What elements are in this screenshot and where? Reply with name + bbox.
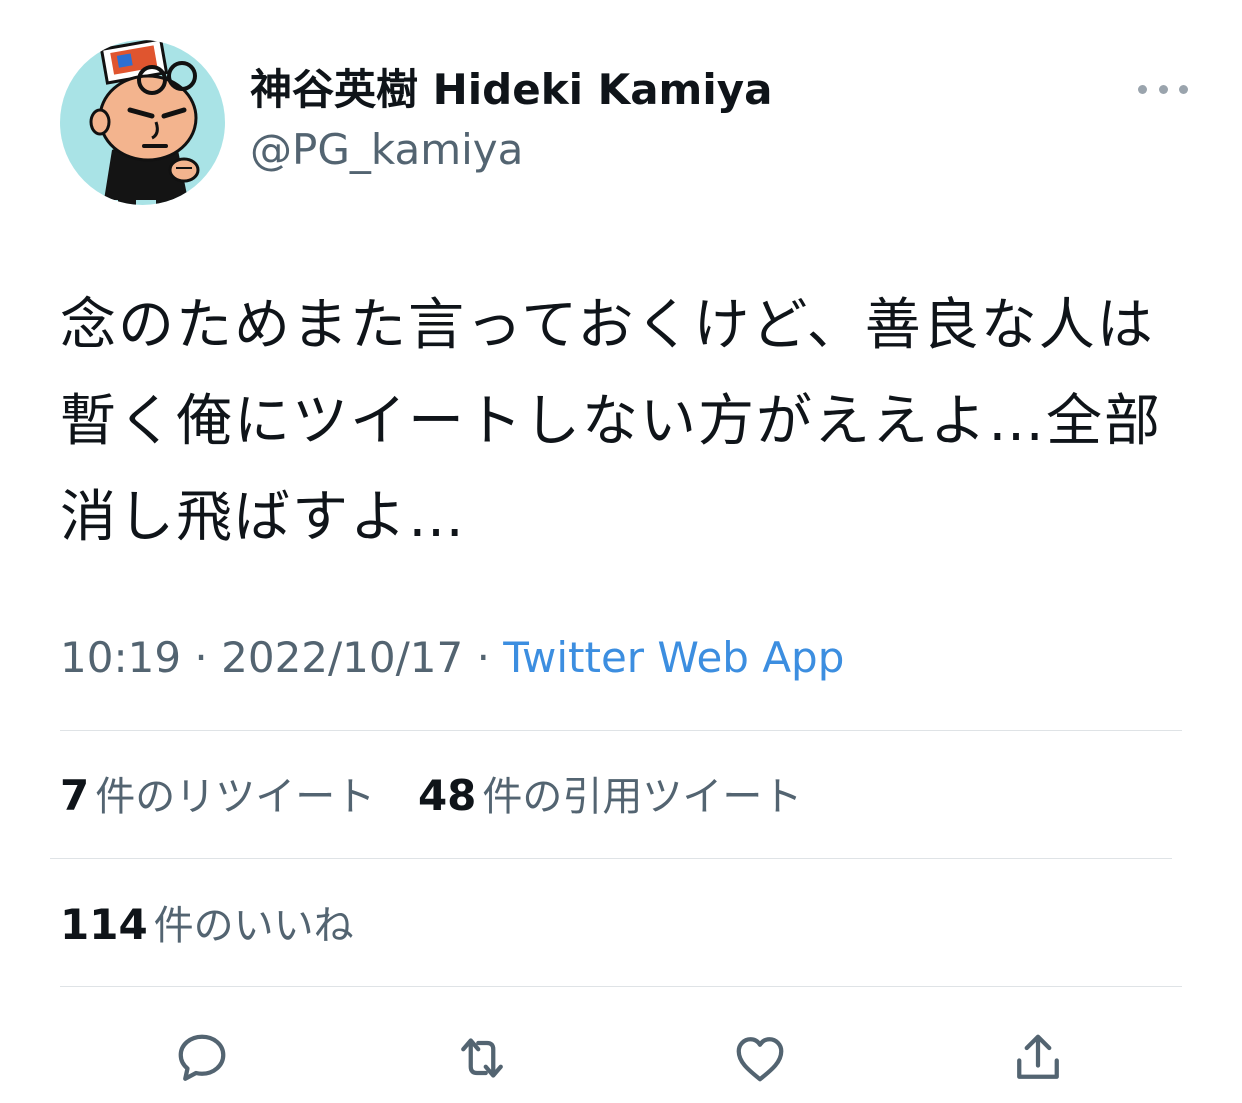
- tweet-time[interactable]: 10:19: [60, 633, 181, 682]
- avatar-illustration: [89, 40, 200, 205]
- tweet-meta: 10:19 · 2022/10/17 · Twitter Web App: [60, 628, 844, 688]
- divider: [60, 730, 1182, 731]
- retweet-stats-row: 7 件のリツイート 48 件の引用ツイート: [60, 766, 802, 827]
- quotes-count: 48: [417, 771, 477, 820]
- likes-stat[interactable]: 114 件のいいね: [60, 895, 354, 956]
- retweet-icon: [461, 1038, 503, 1078]
- author-info: 神谷英樹 Hideki Kamiya @PG_kamiya: [250, 62, 772, 180]
- quotes-label: 件の引用ツイート: [482, 774, 803, 820]
- meta-separator: ·: [194, 633, 208, 682]
- more-dot: [1138, 84, 1147, 94]
- quotes-stat[interactable]: 48 件の引用ツイート: [418, 766, 802, 827]
- reply-icon: [178, 1034, 226, 1081]
- retweets-count: 7: [60, 771, 90, 820]
- tweet-date[interactable]: 2022/10/17: [221, 633, 463, 682]
- retweets-label: 件のリツイート: [95, 774, 376, 820]
- like-button[interactable]: [720, 1018, 800, 1098]
- tweet-header: 神谷英樹 Hideki Kamiya @PG_kamiya: [60, 40, 1200, 205]
- avatar[interactable]: [60, 40, 225, 205]
- reply-button[interactable]: [162, 1018, 242, 1098]
- heart-icon: [736, 1037, 784, 1082]
- likes-label: 件のいいね: [153, 903, 354, 949]
- likes-count: 114: [60, 900, 148, 949]
- share-button[interactable]: [998, 1018, 1078, 1098]
- more-dot: [1179, 84, 1188, 94]
- more-icon[interactable]: [1138, 74, 1188, 104]
- tweet-text: 念のためまた言っておくけど、善良な人は暫く俺にツイートしない方がええよ…全部消し…: [60, 293, 1162, 550]
- divider: [60, 986, 1182, 987]
- meta-separator: ·: [476, 633, 490, 682]
- user-handle[interactable]: @PG_kamiya: [250, 120, 772, 180]
- share-icon: [1017, 1034, 1059, 1079]
- likes-stats-row: 114 件のいいね: [60, 895, 354, 956]
- divider: [50, 858, 1172, 859]
- display-name[interactable]: 神谷英樹 Hideki Kamiya: [250, 62, 772, 118]
- retweet-button[interactable]: [442, 1018, 522, 1098]
- tweet-source-link[interactable]: Twitter Web App: [503, 633, 844, 682]
- retweets-stat[interactable]: 7 件のリツイート: [60, 766, 375, 827]
- more-dot: [1158, 84, 1168, 94]
- action-bar: [60, 1018, 1182, 1098]
